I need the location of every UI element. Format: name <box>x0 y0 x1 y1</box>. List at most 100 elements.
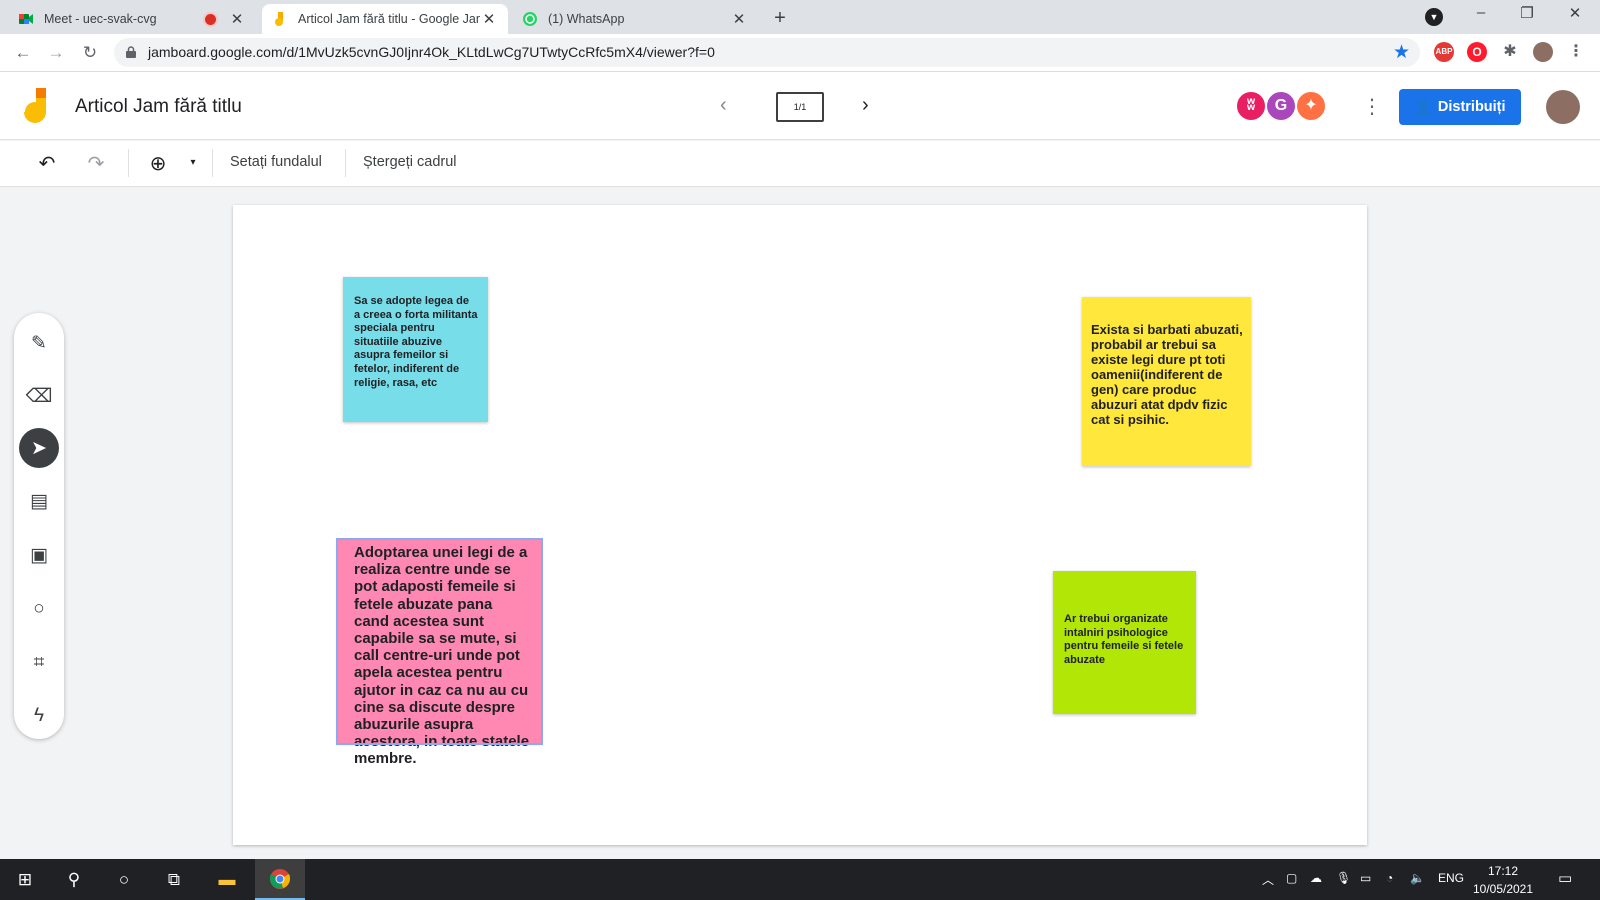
system-clock[interactable]: 17:12 10/05/2021 <box>1468 862 1538 898</box>
back-arrow-icon[interactable]: ← <box>12 42 34 64</box>
lock-icon <box>126 45 136 58</box>
url-text: jamboard.google.com/d/1MvUzk5cvnGJ0Ijnr4… <box>148 44 715 60</box>
tool-panel: ✎ ⌫ ➤ ▤ ▣ ○ ⌗ ϟ <box>14 313 64 739</box>
wifi-icon[interactable]: ◔ <box>1386 871 1393 885</box>
collaborator-avatar: ✦ <box>1295 90 1327 122</box>
chrome-taskbar-button[interactable] <box>255 859 305 900</box>
previous-frame-icon[interactable]: ‹ <box>720 94 727 117</box>
pen-icon: ✎ <box>31 332 47 354</box>
text-box-tool[interactable]: ⌗ <box>19 643 59 683</box>
battery-icon[interactable]: ▭ <box>1360 871 1371 885</box>
toolbar-divider <box>128 149 129 177</box>
text-box-icon: ⌗ <box>33 652 45 673</box>
close-tab-icon[interactable]: ✕ <box>480 10 498 28</box>
tab-meet[interactable]: Meet - uec-svak-cvg ✕ <box>8 4 256 34</box>
set-background-button[interactable]: Setați fundalul <box>230 154 322 170</box>
tray-chevron-icon[interactable]: ︿ <box>1262 871 1274 888</box>
sticky-note-yellow[interactable]: Exista si barbati abuzati, probabil ar t… <box>1082 297 1251 466</box>
search-icon[interactable]: ⚲ <box>62 868 86 892</box>
image-tool[interactable]: ▣ <box>19 535 59 575</box>
share-button[interactable]: 👤 Distribuiți <box>1399 89 1521 125</box>
forward-arrow-icon[interactable]: → <box>45 42 67 64</box>
redo-icon[interactable]: ↷ <box>83 151 109 176</box>
address-bar[interactable]: jamboard.google.com/d/1MvUzk5cvnGJ0Ijnr4… <box>114 38 1420 67</box>
notifications-icon[interactable]: ▭ <box>1558 869 1572 887</box>
sticky-note-text: Exista si barbati abuzati, probabil ar t… <box>1091 322 1243 427</box>
windows-taskbar: ⊞ ⚲ ○ ⧉ ▬ ︿ ▢ ☁ 🎙 ▭ ◔ 🔈 ENG 17:12 10/05/… <box>0 859 1600 900</box>
tab-whatsapp[interactable]: (1) WhatsApp ✕ <box>512 4 758 34</box>
select-arrow-icon: ➤ <box>31 437 47 459</box>
whatsapp-icon <box>522 11 538 27</box>
sticky-note-text: Sa se adopte legea de a creea o forta mi… <box>354 295 478 389</box>
browser-tab-strip: Meet - uec-svak-cvg ✕ Articol Jam fără t… <box>0 0 1600 34</box>
undo-icon[interactable]: ↶ <box>34 151 60 176</box>
browser-toolbar: ← → ↻ jamboard.google.com/d/1MvUzk5cvnGJ… <box>0 34 1600 72</box>
new-tab-button[interactable]: + <box>768 6 792 30</box>
language-indicator[interactable]: ENG <box>1438 871 1464 885</box>
toolbar-divider <box>212 149 213 177</box>
share-button-label: Distribuiți <box>1437 99 1506 115</box>
eraser-tool[interactable]: ⌫ <box>19 376 59 416</box>
browser-menu-icon[interactable]: ⋮ <box>1566 42 1586 62</box>
circle-icon: ○ <box>33 598 45 619</box>
adblock-plus-icon[interactable]: ABP <box>1434 42 1454 62</box>
next-frame-icon[interactable]: › <box>862 94 869 117</box>
toolbar-divider <box>345 149 346 177</box>
collaborator-avatar: ʬ <box>1235 90 1267 122</box>
close-tab-icon[interactable]: ✕ <box>730 10 748 28</box>
onedrive-icon[interactable]: ☁ <box>1310 871 1322 885</box>
opera-vpn-icon[interactable]: O <box>1467 42 1487 62</box>
meet-now-icon[interactable]: ▢ <box>1286 871 1297 885</box>
sticky-note-icon: ▤ <box>30 490 48 512</box>
sticky-note-pink[interactable]: Adoptarea unei legi de a realiza centre … <box>336 538 543 767</box>
person-add-icon: 👤 <box>1414 98 1432 115</box>
sticky-note-green[interactable]: Ar trebui organizate intalniri psihologi… <box>1053 571 1196 714</box>
minimize-button[interactable]: – <box>1466 4 1496 21</box>
sticky-note-text: Ar trebui organizate intalniri psihologi… <box>1064 613 1184 666</box>
reload-icon[interactable]: ↻ <box>79 42 101 64</box>
bookmark-star-icon[interactable]: ★ <box>1393 41 1410 64</box>
file-explorer-icon[interactable]: ▬ <box>215 868 239 892</box>
meet-icon <box>18 11 34 27</box>
jamboard-logo-icon[interactable] <box>24 88 50 126</box>
jamboard-icon <box>272 11 288 27</box>
zoom-icon[interactable]: ⊕ <box>145 151 171 176</box>
sticky-note-blue[interactable]: Sa se adopte legea de a creea o forta mi… <box>343 277 488 422</box>
eraser-icon: ⌫ <box>25 385 53 407</box>
extensions-puzzle-icon[interactable]: ✱ <box>1500 42 1520 62</box>
microphone-icon[interactable]: 🎙 <box>1336 871 1351 885</box>
chrome-icon <box>268 868 292 892</box>
pen-tool[interactable]: ✎ <box>19 323 59 363</box>
laser-icon: ϟ <box>33 705 45 726</box>
clock-date: 10/05/2021 <box>1472 882 1534 896</box>
sticky-note-tool[interactable]: ▤ <box>19 481 59 521</box>
image-icon: ▣ <box>30 544 48 566</box>
profile-avatar[interactable] <box>1533 42 1553 62</box>
edit-toolbar: ↶ ↷ ⊕ ▾ Setați fundalul Ștergeți cadrul <box>0 141 1600 187</box>
document-title[interactable]: Articol Jam fără titlu <box>75 96 242 118</box>
tab-title: (1) WhatsApp <box>548 12 625 26</box>
volume-icon[interactable]: 🔈 <box>1410 871 1425 885</box>
tab-title: Articol Jam fără titlu - Google Jam <box>298 12 480 26</box>
windows-start-icon[interactable]: ⊞ <box>13 868 37 892</box>
zoom-dropdown-icon[interactable]: ▾ <box>180 157 206 168</box>
task-view-icon[interactable]: ⧉ <box>162 868 186 892</box>
user-avatar[interactable] <box>1546 90 1580 124</box>
close-window-button[interactable]: ✕ <box>1560 4 1590 22</box>
recording-indicator-icon <box>205 13 216 25</box>
cortana-icon[interactable]: ○ <box>112 868 136 892</box>
tab-title: Meet - uec-svak-cvg <box>44 12 157 26</box>
media-control-icon[interactable]: ▼ <box>1425 8 1443 26</box>
sticky-note-text: Adoptarea unei legi de a realiza centre … <box>354 544 530 768</box>
delete-frame-button[interactable]: Ștergeți cadrul <box>363 154 457 170</box>
shape-tool[interactable]: ○ <box>19 589 59 629</box>
frame-bar-toggle[interactable]: 1/1 <box>776 92 824 122</box>
laser-tool[interactable]: ϟ <box>19 696 59 736</box>
tab-jamboard[interactable]: Articol Jam fără titlu - Google Jam ✕ <box>262 4 508 34</box>
collaborator-avatar: G <box>1265 90 1297 122</box>
jamboard-header: Articol Jam fără titlu ‹ 1/1 › ʬ G ✦ ⋮ 👤… <box>0 72 1600 140</box>
select-tool[interactable]: ➤ <box>19 428 59 468</box>
more-options-icon[interactable]: ⋮ <box>1362 94 1382 119</box>
restore-button[interactable]: ❐ <box>1512 4 1542 22</box>
close-tab-icon[interactable]: ✕ <box>228 10 246 28</box>
